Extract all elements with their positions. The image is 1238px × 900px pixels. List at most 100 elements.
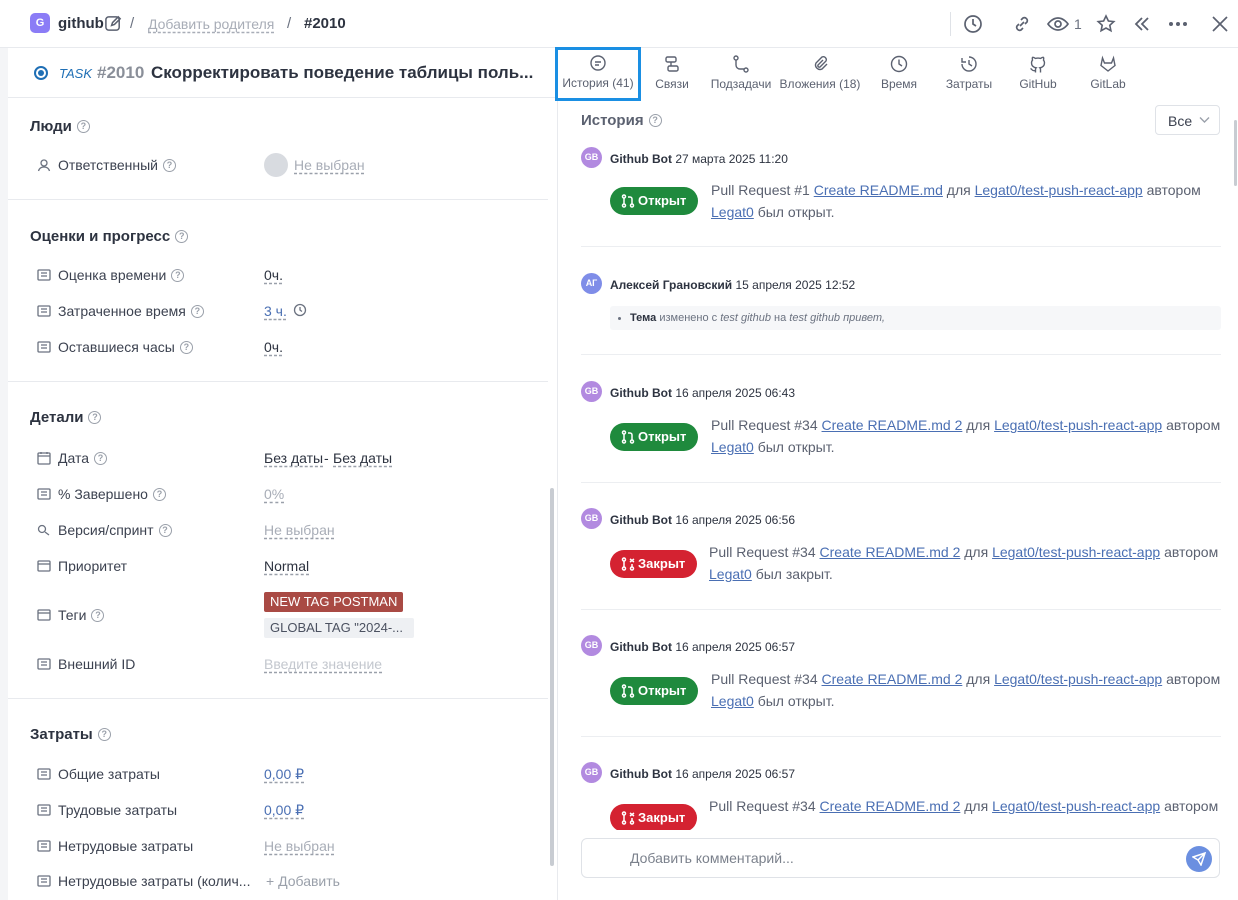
sprint-icon [37,524,50,536]
help-icon[interactable]: ? [76,119,90,133]
help-icon[interactable]: ? [162,158,176,172]
assignee-value[interactable]: Не выбран [294,157,365,173]
add-parent-link[interactable]: Добавить родителя [148,16,274,32]
user-link[interactable]: Legat0 [711,693,754,709]
clock-icon[interactable] [963,14,983,34]
section-divider [8,381,548,382]
add-cost-button[interactable]: + Добавить [266,873,340,889]
date-end[interactable]: Без даты [333,450,392,466]
repo-link[interactable]: Legat0/test-push-react-app [994,417,1162,433]
file-link[interactable]: Create README.md 2 [820,798,961,814]
pencil-square-icon[interactable] [104,14,123,33]
labor-costs-value[interactable]: 0,00 ₽ [264,802,304,819]
tab-history[interactable]: История (41) [555,47,641,101]
field-icon [37,840,51,852]
section-title-costs: Затраты? [30,726,111,743]
help-icon[interactable]: ? [158,523,172,537]
project-name[interactable]: github [58,15,104,32]
tag-global-tag[interactable]: GLOBAL TAG "2024-... [264,618,414,638]
help-icon[interactable]: ? [152,487,166,501]
tab-costs[interactable]: Затраты [938,48,1000,98]
file-link[interactable]: Create README.md [814,182,943,198]
date-start[interactable]: Без даты [264,450,323,466]
task-title[interactable]: Скорректировать поведение таблицы поль..… [151,63,533,83]
repo-link[interactable]: Legat0/test-push-react-app [994,671,1162,687]
project-avatar[interactable]: G [30,13,50,33]
external-id-input[interactable]: Введите значение [264,656,382,672]
total-costs-value[interactable]: 0,00 ₽ [264,766,304,783]
eye-icon[interactable] [1047,14,1069,34]
status-badge-open: Открыт [610,677,699,705]
event-text: Pull Request #34 Create README.md 2 для … [709,544,1219,582]
spent-time-value[interactable]: 3 ч. [264,303,287,319]
pull-request-icon [621,430,635,444]
estimate-value[interactable]: 0ч. [264,267,283,283]
tab-time[interactable]: Время [870,48,928,98]
double-chevron-left-icon[interactable] [1132,14,1152,34]
help-icon[interactable]: ? [179,340,193,354]
subtasks-icon [733,55,749,73]
star-icon[interactable] [1096,14,1116,34]
history-title: История? [581,112,662,129]
repo-link[interactable]: Legat0/test-push-react-app [992,544,1160,560]
event-header: Github Bot 27 марта 2025 11:20 [610,152,788,166]
user-link[interactable]: Legat0 [709,566,752,582]
help-icon[interactable]: ? [175,229,189,243]
avatar: АГ [581,273,602,294]
priority-label: Приоритет [58,558,128,574]
history-scrollbar[interactable] [1234,120,1237,186]
chevron-down-icon [1199,117,1210,123]
help-icon[interactable]: ? [190,304,204,318]
file-link[interactable]: Create README.md 2 [822,671,963,687]
help-icon[interactable]: ? [94,451,108,465]
send-button[interactable] [1186,846,1212,872]
clock-icon[interactable] [293,303,307,317]
status-badge-open: Открыт [610,423,699,451]
tab-links[interactable]: Связи [642,48,702,98]
tab-subtasks[interactable]: Подзадачи [708,48,774,98]
tab-github[interactable]: GitHub [1008,48,1068,98]
event-text: Pull Request #34 Create README.md 2 для … [709,798,1219,814]
repo-link[interactable]: Legat0/test-push-react-app [975,182,1143,198]
comment-input[interactable]: Добавить комментарий... [581,838,1220,878]
event-text: Pull Request #1 Create README.md для Leg… [711,182,1201,220]
status-badge-closed: Закрыт [610,804,698,832]
left-edge-strip [0,48,8,900]
remaining-value[interactable]: 0ч. [264,339,283,355]
help-icon[interactable]: ? [171,268,185,282]
spent-time-label: Затраченное время? [58,303,204,319]
user-link[interactable]: Legat0 [711,204,754,220]
help-icon[interactable]: ? [648,113,662,127]
section-title-estimates: Оценки и прогресс? [30,228,189,245]
priority-value[interactable]: Normal [264,558,309,574]
event-divider [581,609,1221,610]
list-icon [37,560,51,572]
history-filter-select[interactable]: Все [1155,105,1220,135]
file-link[interactable]: Create README.md 2 [820,544,961,560]
status-icon[interactable] [34,66,48,80]
breadcrumb-separator: / [130,15,135,32]
help-icon[interactable]: ? [91,608,105,622]
close-icon[interactable] [1210,14,1230,34]
nonlabor-costs-value[interactable]: Не выбран [264,838,335,854]
help-icon[interactable]: ? [88,410,102,424]
user-link[interactable]: Legat0 [711,439,754,455]
pull-request-icon [621,194,635,208]
version-value[interactable]: Не выбран [264,522,335,538]
link-icon[interactable] [1012,14,1032,34]
file-link[interactable]: Create README.md 2 [822,417,963,433]
tab-gitlab[interactable]: GitLab [1078,48,1138,98]
done-value[interactable]: 0% [264,486,284,502]
repo-link[interactable]: Legat0/test-push-react-app [992,798,1160,814]
task-header: TASK #2010 Скорректировать поведение таб… [8,48,558,98]
date-dash: - [324,450,329,466]
tag-new-tag-postman[interactable]: NEW TAG POSTMAN [264,592,404,612]
list-icon [37,609,51,621]
avatar [264,153,288,177]
tab-attachments[interactable]: Вложения (18) [778,48,862,98]
field-icon [37,305,51,317]
dots-icon[interactable] [1167,14,1189,34]
help-icon[interactable]: ? [97,727,111,741]
clock-icon [890,55,908,73]
left-scrollbar[interactable] [550,488,554,866]
